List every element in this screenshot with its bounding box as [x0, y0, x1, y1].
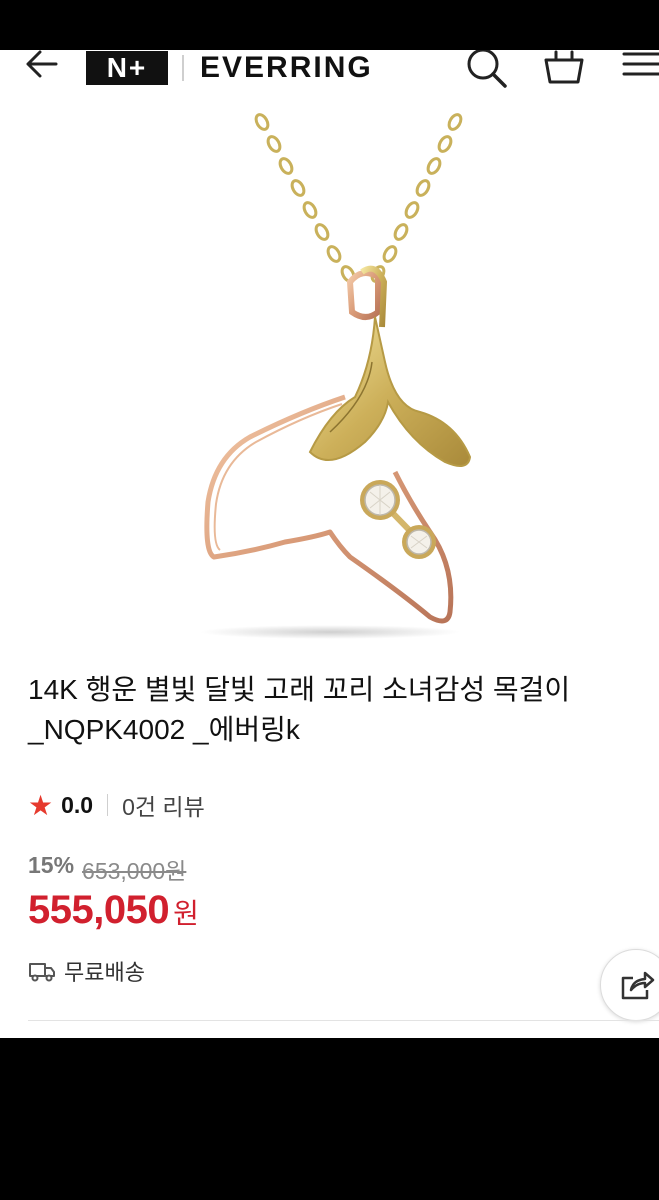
rating-value: 0.0 — [61, 791, 94, 818]
necklace-image — [200, 113, 472, 639]
logo-divider — [182, 55, 184, 81]
basket-icon — [544, 50, 584, 84]
original-price-row: 15% 653,000원 — [28, 852, 186, 886]
truck-icon — [29, 963, 55, 982]
share-icon — [621, 971, 655, 1000]
share-button[interactable] — [600, 949, 659, 1021]
menu-button[interactable] — [618, 50, 659, 90]
sale-price-row: 555,050 원 — [28, 888, 199, 933]
rating-row[interactable]: ★ 0.0 0건 리뷰 — [28, 788, 205, 822]
product-title: 14K 행운 별빛 달빛 고래 꼬리 소녀감성 목걸이 _NQPK4002 _에… — [28, 670, 643, 750]
brand-name: EVERRING — [200, 51, 373, 84]
discount-rate: 15% — [28, 852, 75, 878]
brand-logo[interactable]: N+ EVERRING — [86, 50, 373, 86]
logo-badge: N+ — [86, 51, 168, 85]
search-button[interactable] — [465, 50, 509, 90]
section-divider — [28, 1020, 659, 1021]
product-page: N+ EVERRING 14K 행운 별빛 달빛 고래 꼬리 소녀감성 목걸이 … — [0, 50, 659, 1038]
currency-unit: 원 — [173, 898, 199, 929]
shipping-info: 무료배송 — [28, 955, 145, 987]
top-navigation-bar: N+ EVERRING — [0, 50, 659, 113]
search-icon — [467, 50, 507, 88]
product-title-line-1: 14K 행운 별빛 달빛 고래 꼬리 소녀감성 목걸이 — [28, 674, 571, 705]
product-image[interactable] — [0, 112, 659, 657]
arrow-left-icon — [26, 50, 58, 78]
star-icon: ★ — [28, 789, 54, 821]
product-title-line-2: _NQPK4002 _에버링k — [28, 714, 300, 745]
sale-price: 555,050 — [28, 888, 170, 932]
rating-separator — [107, 794, 109, 816]
cart-button[interactable] — [542, 50, 586, 90]
original-price: 653,000원 — [82, 858, 187, 884]
shipping-label: 무료배송 — [64, 960, 145, 985]
back-button[interactable] — [22, 50, 62, 90]
review-count-link[interactable]: 0건 리뷰 — [122, 788, 205, 822]
hamburger-icon — [622, 52, 659, 76]
